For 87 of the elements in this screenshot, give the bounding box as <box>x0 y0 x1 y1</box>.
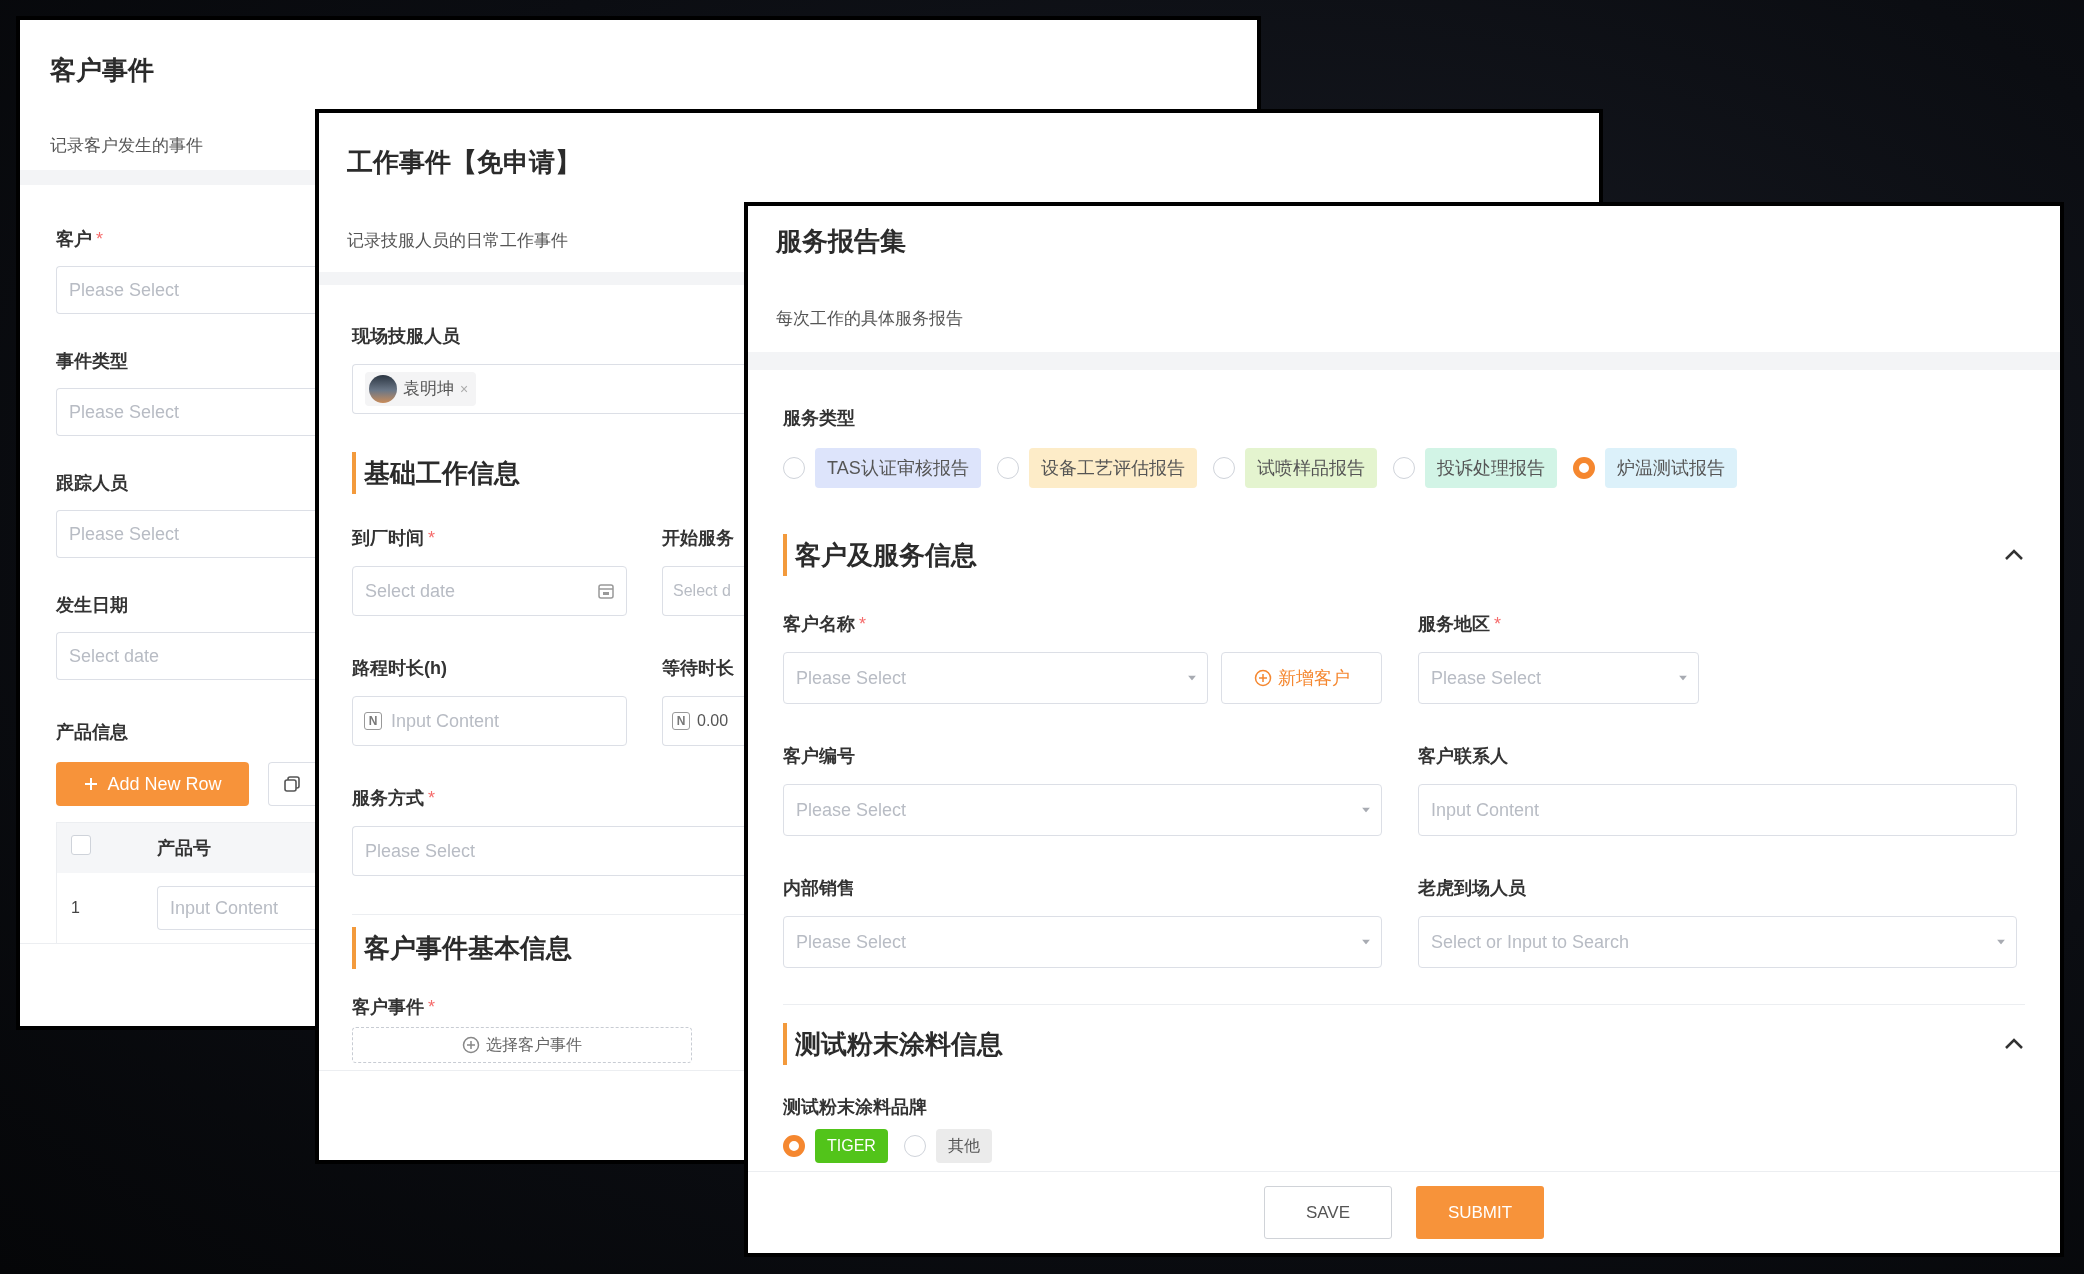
required-mark: * <box>1494 613 1501 636</box>
input-field[interactable]: Please Select <box>352 826 744 876</box>
required-mark: * <box>428 527 435 550</box>
input-field[interactable]: Please Select <box>56 510 315 558</box>
column-header: 产品号 <box>156 836 211 860</box>
copy-button[interactable] <box>268 762 315 806</box>
plus-icon <box>83 776 100 792</box>
field-label: 跟踪人员 <box>56 472 128 495</box>
field-label: 客户编号 <box>783 745 855 768</box>
copy-icon <box>282 774 302 794</box>
radio-button[interactable] <box>1212 457 1235 479</box>
radio-button[interactable] <box>783 457 805 479</box>
option-label[interactable]: 炉温测试报告 <box>1604 448 1737 488</box>
field-label: 客户名称 <box>783 613 855 636</box>
section-title: 基础工作信息 <box>352 452 520 494</box>
window-title: 客户事件 <box>50 54 154 87</box>
input-field[interactable]: Input Content <box>1418 784 2017 836</box>
radio-button[interactable] <box>783 1135 805 1157</box>
field-label: 事件类型 <box>56 350 128 373</box>
select-field[interactable]: Please Select <box>783 652 1208 704</box>
input-field[interactable]: Select date <box>56 632 315 680</box>
field-label: 产品信息 <box>56 721 128 744</box>
field-label: 开始服务 <box>662 527 734 550</box>
person-tag[interactable]: 袁明坤 × <box>365 372 477 406</box>
caret-icon <box>1362 807 1370 813</box>
calendar-icon <box>597 582 615 600</box>
input-field[interactable]: Please Select <box>56 388 315 436</box>
field-label: 现场技服人员 <box>352 325 460 348</box>
number-icon: N <box>672 712 690 730</box>
select-field[interactable]: Select or Input to Search <box>1418 916 2017 968</box>
field-label: 等待时长 <box>662 657 734 680</box>
chevron-icon[interactable] <box>2003 548 2025 562</box>
caret-icon <box>1997 939 2005 945</box>
caret-icon <box>1362 939 1370 945</box>
tag-field[interactable]: 袁明坤 × <box>352 364 744 414</box>
caret-icon <box>1679 675 1687 681</box>
input-field[interactable]: Input Content <box>157 886 315 930</box>
field-label: 内部销售 <box>783 877 855 900</box>
window-title: 工作事件【免申请】 <box>347 146 581 179</box>
avatar <box>369 375 397 403</box>
input-field[interactable]: Please Select <box>56 266 315 314</box>
select-field[interactable]: Please Select <box>783 916 1382 968</box>
tag-label: 袁明坤 <box>403 378 454 401</box>
field-label: 客户事件 <box>352 996 424 1019</box>
required-mark: * <box>428 787 435 810</box>
input-field[interactable]: Select d <box>662 566 744 616</box>
caret-icon <box>1188 675 1196 681</box>
chevron-icon[interactable] <box>2003 1037 2025 1051</box>
field-label: 老虎到场人员 <box>1418 877 1526 900</box>
plus-circle-icon <box>462 1036 480 1054</box>
checkbox[interactable] <box>71 834 91 855</box>
select-field[interactable]: Please Select <box>783 784 1382 836</box>
picker-button[interactable]: 选择客户事件 <box>352 1027 692 1063</box>
save-button[interactable]: SAVE <box>1264 1186 1392 1239</box>
date-field[interactable]: Select date <box>352 566 627 616</box>
option-label[interactable]: 设备工艺评估报告 <box>1028 448 1197 488</box>
field-label: 测试粉末涂料品牌 <box>783 1096 927 1119</box>
option-label[interactable]: 投诉处理报告 <box>1424 448 1557 488</box>
row-number: 1 <box>70 898 81 918</box>
section-title: 测试粉末涂料信息 <box>783 1023 1003 1065</box>
window-subtitle: 记录客户发生的事件 <box>50 135 203 157</box>
field-label: 发生日期 <box>56 594 128 617</box>
required-mark: * <box>859 613 866 636</box>
window-subtitle: 每次工作的具体服务报告 <box>776 308 963 330</box>
window-subtitle: 记录技服人员的日常工作事件 <box>347 230 568 252</box>
required-mark: * <box>96 228 103 251</box>
field-label: 客户联系人 <box>1418 745 1508 768</box>
option-label[interactable]: TAS认证审核报告 <box>815 448 981 488</box>
field-label: 到厂时间 <box>352 527 424 550</box>
section-title: 客户事件基本信息 <box>352 927 572 969</box>
field-label: 客户 <box>56 228 92 251</box>
radio-button[interactable] <box>1392 457 1415 479</box>
radio-button[interactable] <box>903 1135 926 1157</box>
plus-circle-icon <box>1253 669 1272 687</box>
option-label[interactable]: 试喷样品报告 <box>1244 448 1377 488</box>
radio-button[interactable] <box>1572 457 1595 479</box>
select-field[interactable]: Please Select <box>1418 652 1699 704</box>
field-label: 服务类型 <box>783 407 855 430</box>
field-label: 路程时长(h) <box>352 657 447 680</box>
section-title: 客户及服务信息 <box>783 534 977 576</box>
required-mark: * <box>428 996 435 1019</box>
field-label: 服务方式 <box>352 787 424 810</box>
window-title: 服务报告集 <box>776 225 906 258</box>
option-label[interactable]: 其他 <box>935 1129 992 1163</box>
radio-button[interactable] <box>996 457 1019 479</box>
number-icon: N <box>364 712 382 730</box>
field-label: 服务地区 <box>1418 613 1490 636</box>
